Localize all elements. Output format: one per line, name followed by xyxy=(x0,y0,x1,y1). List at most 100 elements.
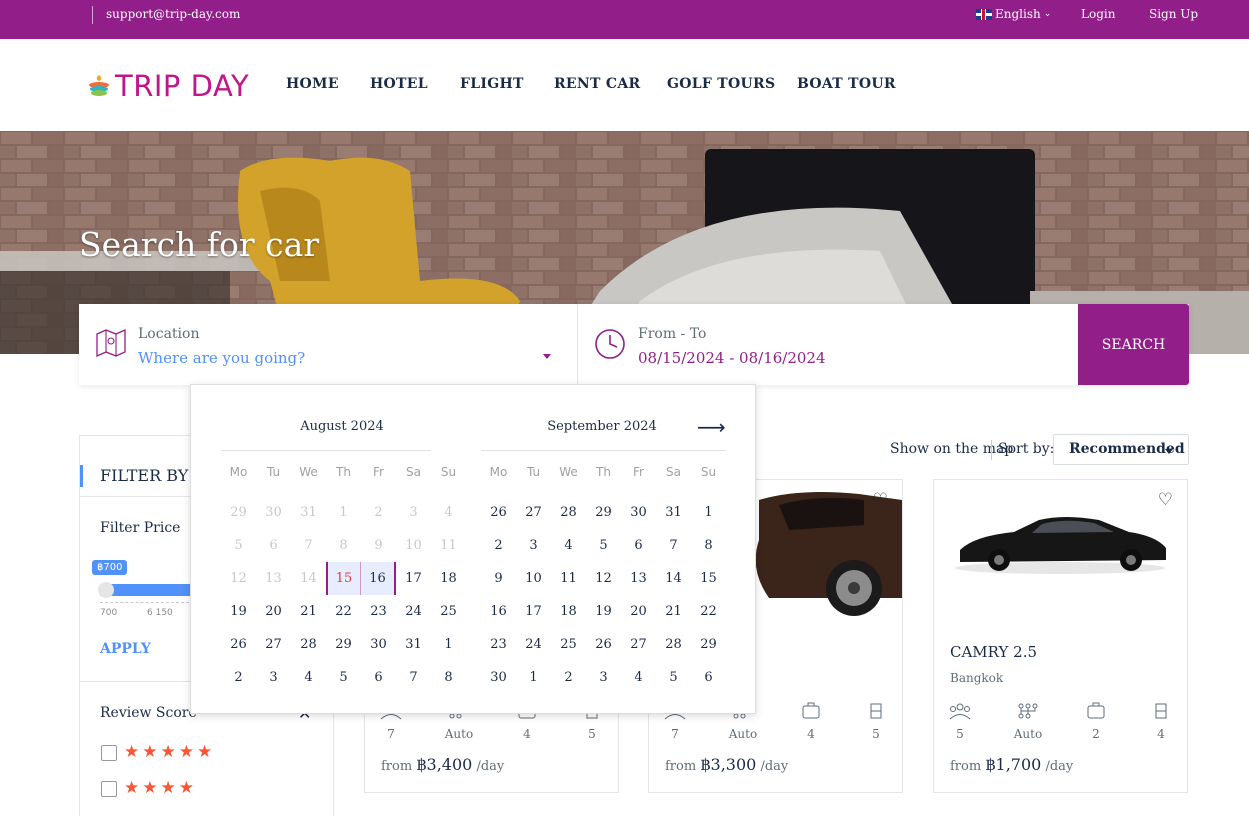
calendar-day[interactable]: 18 xyxy=(431,562,466,595)
car-price: from ฿1,700 /day xyxy=(950,755,1073,774)
calendar-day[interactable]: 26 xyxy=(586,628,621,661)
calendar-day[interactable]: 14 xyxy=(656,562,691,595)
heart-icon[interactable]: ♡ xyxy=(873,490,888,510)
calendar-day[interactable]: 9 xyxy=(481,562,516,595)
date-range-input[interactable]: 08/15/2024 - 08/16/2024 xyxy=(638,349,826,367)
calendar-day[interactable]: 6 xyxy=(691,661,726,694)
nav-boat-tour[interactable]: BOAT TOUR xyxy=(797,76,896,92)
calendar-day[interactable]: 28 xyxy=(656,628,691,661)
calendar-day[interactable]: 12 xyxy=(586,562,621,595)
calendar-day[interactable]: 30 xyxy=(481,661,516,694)
calendar-day[interactable]: 26 xyxy=(481,496,516,529)
calendar-day[interactable]: 27 xyxy=(256,628,291,661)
calendar-day[interactable]: 4 xyxy=(551,529,586,562)
calendar-day[interactable]: 1 xyxy=(431,628,466,661)
nav-flight[interactable]: FLIGHT xyxy=(460,76,524,92)
five-star-rating: ★★★★★ xyxy=(124,742,216,762)
transmission-value: Auto xyxy=(728,727,758,741)
spec-bags: 2 xyxy=(1076,700,1116,741)
next-month-arrow-icon[interactable]: ⟶ xyxy=(697,415,726,439)
calendar-day[interactable]: 23 xyxy=(361,595,396,628)
calendar-day[interactable]: 18 xyxy=(551,595,586,628)
calendar-day[interactable]: 13 xyxy=(621,562,656,595)
calendar-day[interactable]: 7 xyxy=(656,529,691,562)
calendar-day[interactable]: 28 xyxy=(291,628,326,661)
calendar-day[interactable]: 5 xyxy=(656,661,691,694)
calendar-day[interactable]: 22 xyxy=(326,595,361,628)
calendar-day[interactable]: 24 xyxy=(396,595,431,628)
calendar-day[interactable]: 29 xyxy=(326,628,361,661)
calendar-day[interactable]: 2 xyxy=(221,661,256,694)
heart-icon[interactable]: ♡ xyxy=(1158,490,1173,510)
search-button[interactable]: SEARCH xyxy=(1078,304,1189,385)
review-4-checkbox[interactable] xyxy=(101,781,117,797)
nav-hotel[interactable]: HOTEL xyxy=(370,76,428,92)
calendar-day[interactable]: 15 xyxy=(691,562,726,595)
calendar-day[interactable]: 16 xyxy=(481,595,516,628)
calendar-day[interactable]: 30 xyxy=(621,496,656,529)
calendar-day[interactable]: 10 xyxy=(516,562,551,595)
nav-home[interactable]: HOME xyxy=(286,76,339,92)
calendar-day[interactable]: 27 xyxy=(621,628,656,661)
calendar-day[interactable]: 17 xyxy=(516,595,551,628)
calendar-day[interactable]: 20 xyxy=(256,595,291,628)
calendar-day[interactable]: 2 xyxy=(551,661,586,694)
calendar-day: 11 xyxy=(440,538,457,553)
price-slider-handle[interactable] xyxy=(98,582,114,598)
site-logo[interactable]: TRIP DAY xyxy=(87,69,249,103)
nav-rent-car[interactable]: RENT CAR xyxy=(554,76,640,92)
calendar-day[interactable]: 15 xyxy=(326,562,361,595)
calendar-day[interactable]: 4 xyxy=(291,661,326,694)
calendar-day[interactable]: 3 xyxy=(516,529,551,562)
calendar-day[interactable]: 29 xyxy=(691,628,726,661)
calendar-day[interactable]: 5 xyxy=(326,661,361,694)
calendar-day[interactable]: 28 xyxy=(551,496,586,529)
calendar-day[interactable]: 19 xyxy=(221,595,256,628)
calendar-day[interactable]: 11 xyxy=(551,562,586,595)
location-dropdown-caret-icon[interactable] xyxy=(543,354,551,359)
calendar-day[interactable]: 25 xyxy=(431,595,466,628)
calendar-day[interactable]: 27 xyxy=(516,496,551,529)
login-link[interactable]: Login xyxy=(1081,7,1115,21)
car-card[interactable]: ♡ CAMRY 2.5 Bangkok 5 Auto 2 4 from ฿1,7… xyxy=(933,479,1188,793)
spec-bags: 4 xyxy=(791,700,831,741)
calendar-day[interactable]: 21 xyxy=(656,595,691,628)
calendar-day[interactable]: 31 xyxy=(656,496,691,529)
calendar-day[interactable]: 17 xyxy=(396,562,431,595)
calendar-day[interactable]: 22 xyxy=(691,595,726,628)
calendar-day[interactable]: 7 xyxy=(396,661,431,694)
show-on-map-link[interactable]: Show on the map xyxy=(890,441,1013,457)
location-input[interactable]: Where are you going? xyxy=(138,349,305,367)
calendar-day[interactable]: 8 xyxy=(431,661,466,694)
calendar-day[interactable]: 1 xyxy=(516,661,551,694)
calendar-day[interactable]: 3 xyxy=(586,661,621,694)
support-email-link[interactable]: support@trip-day.com xyxy=(106,7,240,21)
calendar-day[interactable]: 5 xyxy=(586,529,621,562)
calendar-day[interactable]: 25 xyxy=(551,628,586,661)
calendar-day[interactable]: 6 xyxy=(621,529,656,562)
calendar-day[interactable]: 6 xyxy=(361,661,396,694)
sort-select[interactable]: Recommended xyxy=(1053,434,1189,465)
calendar-day[interactable]: 30 xyxy=(361,628,396,661)
calendar-day[interactable]: 1 xyxy=(691,496,726,529)
nav-golf-tours[interactable]: GOLF TOURS xyxy=(667,76,775,92)
review-5-checkbox[interactable] xyxy=(101,745,117,761)
calendar-day[interactable]: 20 xyxy=(621,595,656,628)
calendar-day[interactable]: 21 xyxy=(291,595,326,628)
calendar-day[interactable]: 19 xyxy=(586,595,621,628)
calendar-day[interactable]: 26 xyxy=(221,628,256,661)
calendar-day[interactable]: 3 xyxy=(256,661,291,694)
car-title[interactable]: CAMRY 2.5 xyxy=(950,643,1037,661)
calendar-day[interactable]: 2 xyxy=(481,529,516,562)
calendar-day[interactable]: 29 xyxy=(586,496,621,529)
calendar-day[interactable]: 23 xyxy=(481,628,516,661)
apply-button[interactable]: APPLY xyxy=(100,641,151,657)
calendar-day[interactable]: 24 xyxy=(516,628,551,661)
calendar-day[interactable]: 8 xyxy=(691,529,726,562)
language-selector[interactable]: English ⌄ xyxy=(976,7,1051,21)
signup-link[interactable]: Sign Up xyxy=(1149,7,1198,21)
calendar-day[interactable]: 31 xyxy=(396,628,431,661)
calendar-day[interactable]: 16 xyxy=(361,562,396,595)
month-title-september: September 2024 xyxy=(547,419,657,434)
calendar-day[interactable]: 4 xyxy=(621,661,656,694)
